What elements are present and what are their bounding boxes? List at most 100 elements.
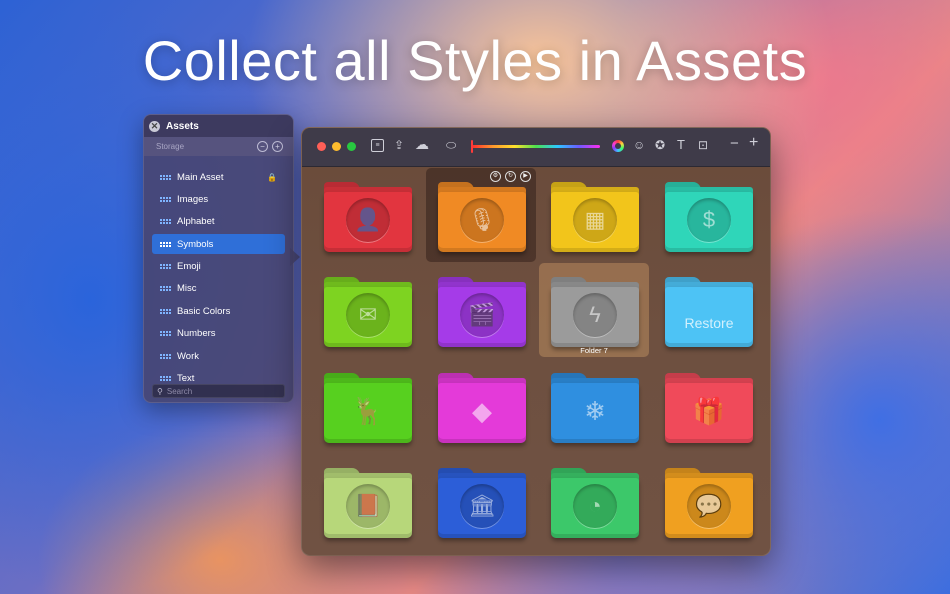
folder-icon: 🎁 xyxy=(665,373,753,445)
grid-icon xyxy=(160,174,171,180)
window-controls xyxy=(317,142,356,151)
refresh-icon[interactable]: ↻ xyxy=(505,171,516,182)
asset-item[interactable]: Misc xyxy=(152,279,285,299)
folder-item[interactable]: $ xyxy=(653,168,763,262)
asset-item[interactable]: Emoji xyxy=(152,257,285,277)
grid-icon xyxy=(160,196,171,202)
mail-icon: ✉ xyxy=(346,293,390,337)
folder-item[interactable]: 🎙 ⚙ ↻ ▶ xyxy=(426,168,536,262)
asset-item-label: Symbols xyxy=(177,238,214,250)
remove-asset-icon[interactable]: − xyxy=(257,141,268,152)
folder-icon: 👤 xyxy=(324,182,412,254)
folder-item[interactable]: ϟ Folder 7 xyxy=(539,263,649,357)
grid-icon xyxy=(160,331,171,337)
money-icon: $ xyxy=(687,198,731,242)
grid-icon xyxy=(160,308,171,314)
cloud-icon[interactable]: ☁ xyxy=(415,137,429,151)
clapperboard-icon: 🎬 xyxy=(460,293,504,337)
close-window-button[interactable] xyxy=(317,142,326,151)
toolbar: ≡ ⇪ ☁ ⬭ ☺ ✪ T ⊡ − + xyxy=(302,128,770,167)
folder-icon: 🎬 xyxy=(438,277,526,349)
folder-icon: 🎙 xyxy=(438,182,526,254)
gift-icon: 🎁 xyxy=(692,395,726,426)
minus-icon[interactable]: − xyxy=(730,136,739,151)
grid-icon xyxy=(160,286,171,292)
lock-icon: 🔒 xyxy=(267,173,277,182)
share-icon[interactable]: ⇪ xyxy=(394,138,404,152)
folder-icon: ◆ xyxy=(438,373,526,445)
close-icon[interactable]: ✕ xyxy=(149,120,160,132)
folder-item[interactable]: ❄ xyxy=(539,359,649,453)
folder-grid: 👤 🎙 ⚙ ↻ ▶ ▦ $ ✉ 🎬 ϟ Folder 7 Restore 🦌 ◆ ❄ 🎁 📕 🏛 ◔ 💬 xyxy=(302,167,770,555)
folder-icon: 💬 xyxy=(665,468,753,540)
asset-item-label: Main Asset xyxy=(177,171,224,183)
snowflake-icon: ❄ xyxy=(584,395,606,426)
color-wheel-icon[interactable] xyxy=(612,140,624,152)
minimize-window-button[interactable] xyxy=(332,142,341,151)
asset-item-label: Emoji xyxy=(177,261,201,273)
assets-search[interactable]: ⚲ xyxy=(152,384,285,398)
asset-item[interactable]: Images xyxy=(152,189,285,209)
search-icon: ⚲ xyxy=(157,386,163,396)
restore-label: Restore xyxy=(684,315,734,331)
assets-title: Assets xyxy=(166,120,199,132)
folder-caption: Folder 7 xyxy=(580,346,608,355)
folder-icon: ❄ xyxy=(551,373,639,445)
notes-icon[interactable]: ≡ xyxy=(371,139,384,152)
lightning-icon: ϟ xyxy=(573,293,617,337)
main-window: ≡ ⇪ ☁ ⬭ ☺ ✪ T ⊡ − + 👤 🎙 ⚙ ↻ ▶ ▦ $ ✉ 🎬 ϟ Folder 7 Re… xyxy=(301,127,771,556)
folder-icon: Restore xyxy=(665,277,753,349)
asset-item-label: Images xyxy=(177,193,209,205)
text-icon[interactable]: T xyxy=(677,138,685,152)
folder-hover-tools: ⚙ ↻ ▶ xyxy=(490,171,531,182)
asset-item[interactable]: Alphabet xyxy=(152,212,285,232)
phone-booth-icon: ▦ xyxy=(573,198,617,242)
book-icon: 📕 xyxy=(346,484,390,528)
asset-item-label: Work xyxy=(177,350,199,362)
settings-icon[interactable]: ⚙ xyxy=(490,171,501,182)
folder-item[interactable]: 👤 xyxy=(312,168,422,262)
grid-icon xyxy=(160,241,171,247)
folder-icon: 📕 xyxy=(324,468,412,540)
asset-item-label: Numbers xyxy=(177,328,216,340)
deer-icon: 🦌 xyxy=(351,395,385,426)
hue-slider[interactable] xyxy=(472,145,600,148)
folder-item[interactable]: 🏛 xyxy=(426,454,536,548)
folder-item[interactable]: ◔ xyxy=(539,454,649,548)
folder-item[interactable]: Restore xyxy=(653,263,763,357)
folder-icon: ϟ xyxy=(551,277,639,349)
asset-item[interactable]: Main Asset 🔒 xyxy=(152,167,285,187)
folder-item[interactable]: ◆ xyxy=(426,359,536,453)
hue-slider-knob[interactable] xyxy=(471,140,473,153)
asset-list: Main Asset 🔒 Images Alphabet Symbols Emoji Mis… xyxy=(152,167,285,391)
asset-item[interactable]: Work xyxy=(152,346,285,366)
folder-item[interactable]: ✉ xyxy=(312,263,422,357)
folder-icon: 🏛 xyxy=(438,468,526,540)
search-input[interactable] xyxy=(166,386,267,396)
folder-icon: ▦ xyxy=(551,182,639,254)
asset-item[interactable]: Basic Colors xyxy=(152,301,285,321)
folder-item[interactable]: 🦌 xyxy=(312,359,422,453)
play-icon[interactable]: ▶ xyxy=(520,171,531,182)
folder-item[interactable]: ▦ xyxy=(539,168,649,262)
plus-icon[interactable]: + xyxy=(749,135,758,151)
asset-item-label: Text xyxy=(177,373,195,385)
tag-icon[interactable]: ⬭ xyxy=(446,138,456,152)
asset-item[interactable]: Symbols xyxy=(152,234,285,255)
asset-item-label: Alphabet xyxy=(177,216,215,228)
zoom-window-button[interactable] xyxy=(347,142,356,151)
add-asset-icon[interactable]: + xyxy=(272,141,283,152)
folder-item[interactable]: 🎬 xyxy=(426,263,536,357)
folder-item[interactable]: 💬 xyxy=(653,454,763,548)
asset-item[interactable]: Numbers xyxy=(152,324,285,344)
image-icon[interactable]: ⊡ xyxy=(698,138,708,152)
grid-icon xyxy=(160,264,171,270)
assets-titlebar: ✕ Assets xyxy=(144,115,293,137)
bank-icon: 🏛 xyxy=(460,484,504,528)
folder-item[interactable]: 📕 xyxy=(312,454,422,548)
storage-row: Storage − + xyxy=(144,137,293,156)
asset-item-label: Misc xyxy=(177,283,197,295)
folder-item[interactable]: 🎁 xyxy=(653,359,763,453)
star-icon[interactable]: ✪ xyxy=(655,138,665,152)
emoji-icon[interactable]: ☺ xyxy=(633,138,645,152)
